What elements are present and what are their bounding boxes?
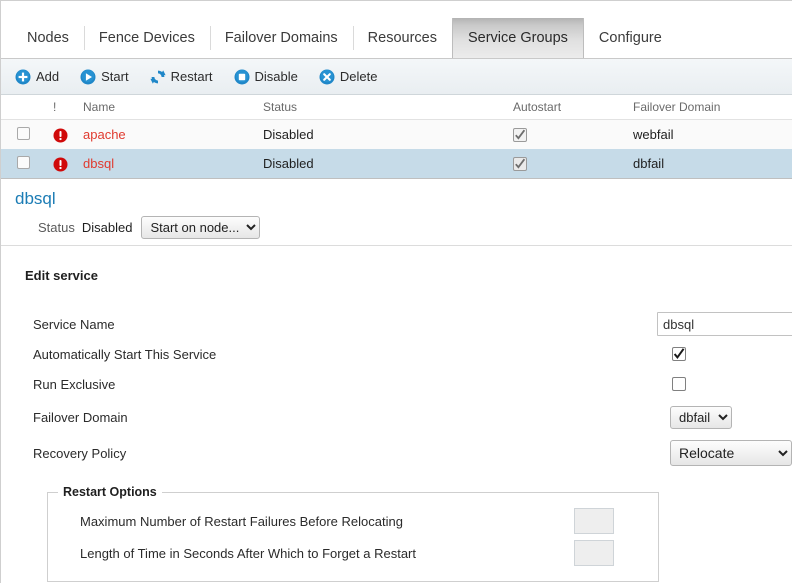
failover-domain-select[interactable]: dbfail [670, 405, 732, 429]
disable-button[interactable]: Disable [234, 69, 298, 85]
tab-resources-label: Resources [367, 30, 437, 46]
row-checkbox[interactable] [17, 155, 30, 169]
field-max-restart-failures: Maximum Number of Restart Failures Befor… [48, 505, 658, 537]
run-exclusive-checkbox[interactable] [672, 377, 686, 391]
service-link-dbsql[interactable]: dbsql [83, 156, 114, 171]
start-button[interactable]: Start [80, 69, 129, 85]
tab-failover-domains[interactable]: Failover Domains [209, 18, 353, 58]
automatically-start-field-wrap [672, 347, 686, 361]
row-checkbox-cell[interactable] [1, 149, 53, 179]
delete-button-label: Delete [339, 69, 378, 84]
field-failover-domain: Failover Domain dbfail [15, 399, 792, 435]
row-status-cell: Disabled [263, 119, 513, 149]
run-exclusive-label: Run Exclusive [33, 376, 116, 392]
header-select-all [1, 95, 53, 120]
tab-configure-label: Configure [598, 30, 662, 46]
service-group-toolbar: Add Start Restart Disable Delete [1, 59, 792, 95]
field-forget-restart-time: Length of Time in Seconds After Which to… [48, 537, 658, 569]
tab-failover-domains-label: Failover Domains [224, 30, 338, 46]
service-name-label: Service Name [33, 316, 115, 332]
row-failover-domain-cell: dbfail [633, 149, 792, 179]
tab-nodes[interactable]: Nodes [12, 18, 84, 58]
max-restart-failures-label: Maximum Number of Restart Failures Befor… [80, 513, 403, 529]
restart-icon [150, 69, 166, 85]
page-title: dbsql [15, 189, 56, 208]
header-autostart: Autostart [513, 95, 633, 120]
row-alert-cell [53, 149, 83, 179]
field-recovery-policy: Recovery Policy Relocate [15, 435, 792, 471]
error-icon [53, 128, 68, 143]
service-name-input[interactable] [657, 312, 792, 336]
row-status-cell: Disabled [263, 149, 513, 179]
service-name-field-wrap [657, 312, 792, 336]
table-header: ! Name Status Autostart Failover Domain [1, 95, 792, 120]
table-row[interactable]: apache Disabled webfail [1, 119, 792, 149]
play-circle-icon [80, 69, 96, 85]
row-checkbox-cell[interactable] [1, 119, 53, 149]
restart-button-label: Restart [170, 69, 213, 84]
restart-button[interactable]: Restart [150, 69, 213, 85]
tab-fence-devices[interactable]: Fence Devices [83, 18, 210, 58]
table-body: apache Disabled webfail dbsql Disabled d… [1, 119, 792, 179]
disable-button-label: Disable [254, 69, 298, 84]
status-label: Status [38, 220, 75, 235]
field-service-name: Service Name [15, 309, 792, 339]
row-alert-cell [53, 119, 83, 149]
field-run-exclusive: Run Exclusive [15, 369, 792, 399]
edit-service-heading: Edit service [25, 268, 98, 283]
tab-resources[interactable]: Resources [352, 18, 452, 58]
service-groups-table: ! Name Status Autostart Failover Domain [1, 95, 792, 179]
max-restart-failures-input[interactable] [574, 508, 614, 534]
row-autostart-cell [513, 119, 633, 149]
run-exclusive-field-wrap [672, 377, 686, 391]
restart-options-legend: Restart Options [63, 485, 157, 499]
row-name-cell[interactable]: apache [83, 119, 263, 149]
table-header-row: ! Name Status Autostart Failover Domain [1, 95, 792, 120]
add-button[interactable]: Add [15, 69, 59, 85]
failover-domain-field-wrap: dbfail [670, 405, 732, 429]
tab-service-groups-label: Service Groups [467, 30, 568, 46]
forget-restart-time-input[interactable] [574, 540, 614, 566]
table-row[interactable]: dbsql Disabled dbfail [1, 149, 792, 179]
header-failover-domain: Failover Domain [633, 95, 792, 120]
service-detail-header: dbsql Status Disabled Start on node... [1, 179, 792, 246]
header-name: Name [83, 95, 263, 120]
add-circle-icon [15, 69, 31, 85]
stop-circle-icon [234, 69, 250, 85]
status-line: Status Disabled Start on node... [15, 216, 792, 239]
restart-options-group: Restart Options Maximum Number of Restar… [47, 485, 659, 582]
header-alert: ! [53, 95, 83, 120]
row-checkbox[interactable] [17, 126, 30, 140]
tab-service-groups[interactable]: Service Groups [451, 18, 584, 58]
tab-nodes-label: Nodes [27, 30, 69, 46]
field-automatically-start: Automatically Start This Service [15, 339, 792, 369]
delete-circle-icon [319, 69, 335, 85]
autostart-checked-icon [513, 128, 527, 143]
cluster-admin-window: Nodes Fence Devices Failover Domains Res… [0, 0, 792, 583]
start-button-label: Start [101, 69, 129, 84]
forget-restart-time-label: Length of Time in Seconds After Which to… [80, 545, 417, 561]
recovery-policy-field-wrap: Relocate [670, 440, 792, 466]
edit-service-form: Edit service Service Name Automatically … [1, 246, 792, 582]
row-autostart-cell [513, 149, 633, 179]
status-badge: Disabled [81, 220, 133, 235]
tab-fence-devices-label: Fence Devices [98, 30, 195, 46]
automatically-start-label: Automatically Start This Service [33, 346, 217, 362]
add-button-label: Add [36, 69, 60, 84]
service-link-apache[interactable]: apache [83, 127, 126, 142]
automatically-start-checkbox[interactable] [672, 347, 686, 361]
row-name-cell[interactable]: dbsql [83, 149, 263, 179]
tab-configure[interactable]: Configure [584, 18, 677, 58]
main-tab-bar: Nodes Fence Devices Failover Domains Res… [1, 1, 792, 59]
error-icon [53, 157, 68, 172]
start-on-node-select[interactable]: Start on node... [141, 216, 261, 239]
recovery-policy-label: Recovery Policy [33, 445, 127, 461]
failover-domain-label: Failover Domain [33, 409, 128, 425]
row-failover-domain-cell: webfail [633, 119, 792, 149]
header-status: Status [263, 95, 513, 120]
autostart-checked-icon [513, 157, 527, 172]
recovery-policy-select[interactable]: Relocate [670, 440, 792, 466]
delete-button[interactable]: Delete [319, 69, 378, 85]
